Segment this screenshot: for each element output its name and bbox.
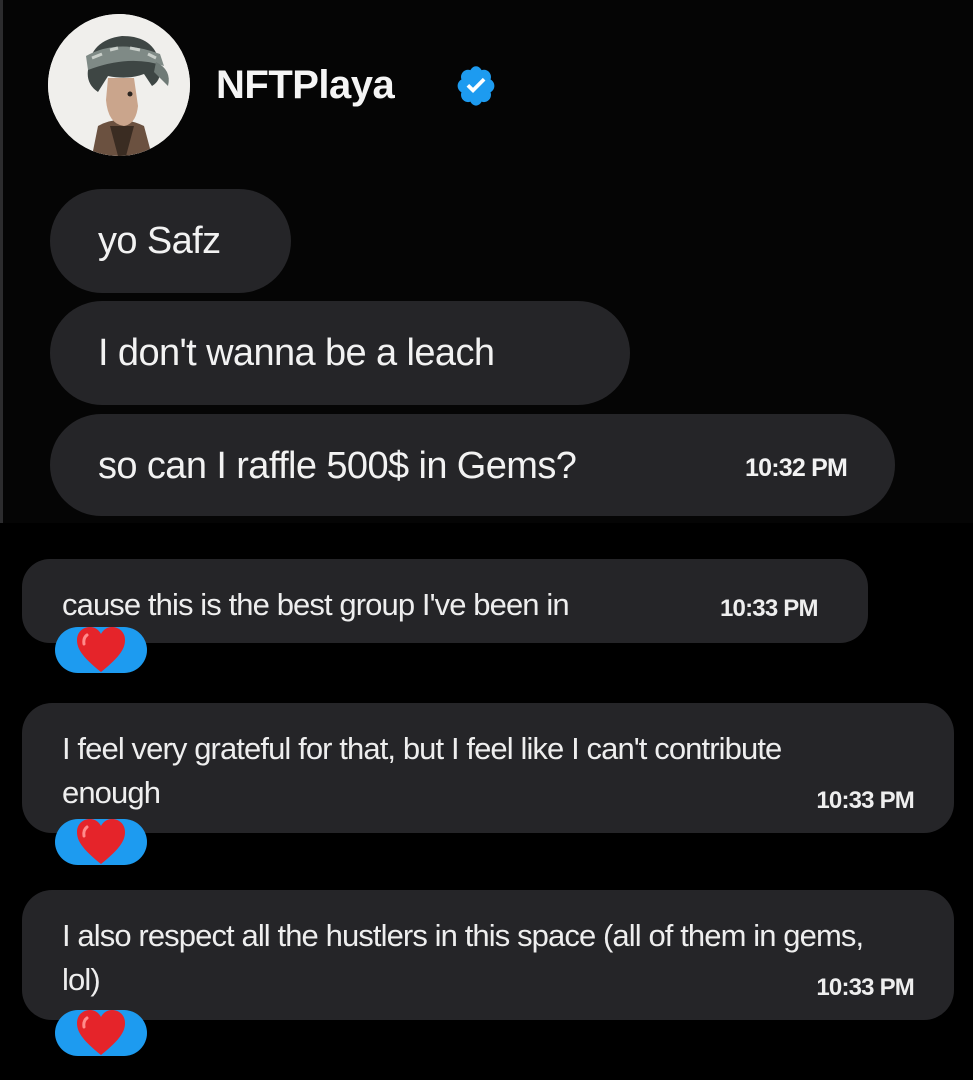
red-heart-icon <box>77 819 125 864</box>
message-bubble[interactable]: yo Safz <box>50 189 291 293</box>
heart-reaction[interactable] <box>55 627 147 673</box>
heart-reaction[interactable] <box>55 1010 147 1056</box>
message-bubble[interactable]: I don't wanna be a leach <box>50 301 630 405</box>
message-bubble[interactable]: I feel very grateful for that, but I fee… <box>22 703 954 833</box>
message-text: I feel very grateful for that, but I fee… <box>62 731 782 810</box>
message-timestamp: 10:33 PM <box>816 974 914 1001</box>
message-bubble[interactable]: cause this is the best group I've been i… <box>22 559 868 643</box>
avatar-illustration-icon <box>48 14 190 156</box>
message-text: cause this is the best group I've been i… <box>62 587 570 622</box>
avatar[interactable] <box>48 14 190 156</box>
message-timestamp: 10:33 PM <box>816 787 914 814</box>
message-text: I don't wanna be a leach <box>98 332 495 374</box>
message-bubble[interactable]: so can I raffle 500$ in Gems? 10:32 PM <box>50 414 895 516</box>
panel-divider <box>0 0 3 523</box>
message-text: I also respect all the hustlers in this … <box>62 918 864 997</box>
heart-reaction[interactable] <box>55 819 147 865</box>
username[interactable]: NFTPlaya <box>216 60 395 110</box>
red-heart-icon <box>77 1010 125 1055</box>
verified-badge-icon <box>457 66 495 106</box>
message-text: yo Safz <box>98 220 221 262</box>
message-timestamp: 10:32 PM <box>745 454 848 482</box>
message-text: so can I raffle 500$ in Gems? <box>98 445 577 487</box>
message-bubble[interactable]: I also respect all the hustlers in this … <box>22 890 954 1020</box>
red-heart-icon <box>77 627 125 672</box>
message-timestamp: 10:33 PM <box>720 595 818 622</box>
